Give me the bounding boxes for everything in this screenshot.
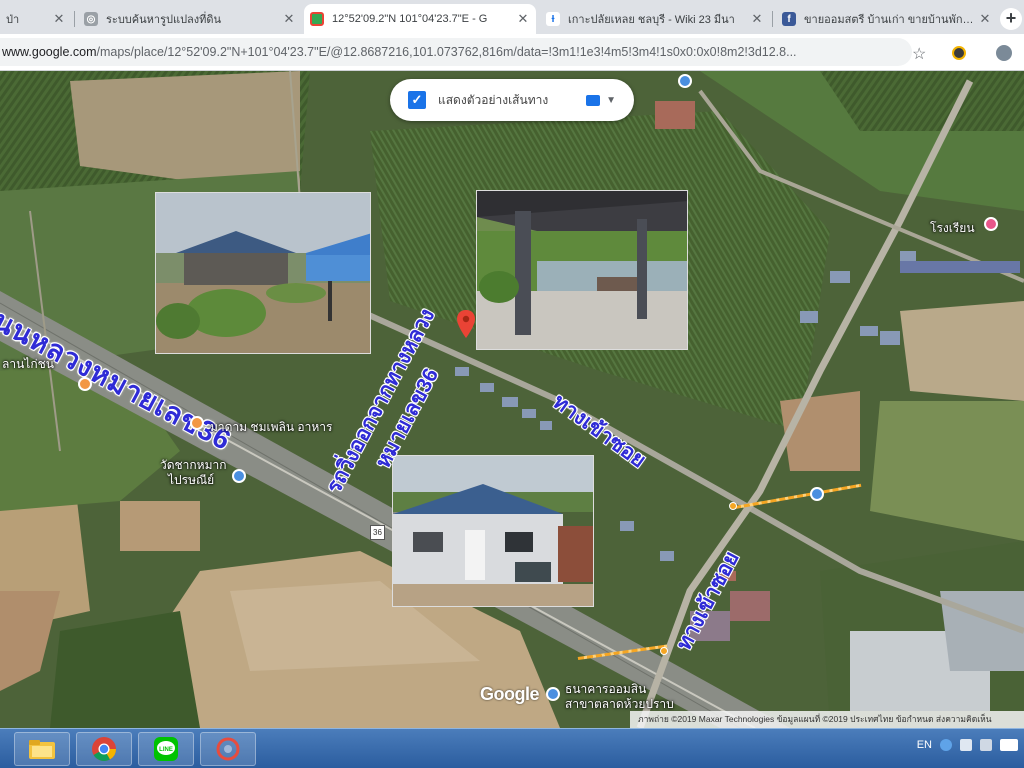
url-text: www.google.com/maps/place/12°52'09.2"N+1… [0,45,797,59]
close-tab-icon[interactable]: ✕ [282,11,296,27]
chevron-down-icon[interactable]: ▼ [606,95,616,106]
close-tab-icon[interactable]: ✕ [750,11,764,27]
photo-porch[interactable] [476,190,688,350]
language-indicator[interactable]: EN [917,739,932,751]
place-pin-icon[interactable] [232,469,246,483]
browser-tab[interactable]: Ɨ เกาะปลัยเหลย ชลบุรี - Wiki 23 มีนา ✕ [540,4,770,34]
file-explorer-button[interactable] [14,732,70,766]
line-app-icon: LINE [154,737,178,761]
satellite-map[interactable]: ✓ แสดงตัวอย่างเส้นทาง ▼ ถนนหลวงหมายเลข36… [0,71,1024,728]
bank-pin-icon[interactable] [546,687,560,701]
network-icon[interactable] [960,739,972,751]
volume-icon[interactable] [980,739,992,751]
browser-tab-active[interactable]: 12°52'09.2"N 101°04'23.7"E - G ✕ [304,4,536,34]
browser-tab-strip: ป่า ✕ ◎ ระบบค้นหารูปแปลงที่ดิน ✕ 12°52'0… [0,0,1024,34]
place-label[interactable]: ไปรษณีย์ [168,471,214,490]
bookmark-star-icon[interactable]: ☆ [912,44,926,64]
app-icon [216,737,240,761]
restaurant-pin-icon[interactable] [190,416,204,430]
route-preview-chip[interactable]: ✓ แสดงตัวอย่างเส้นทาง ▼ [390,79,634,121]
globe-icon: ◎ [84,12,98,26]
measure-point [729,502,737,510]
google-maps-icon [310,12,324,26]
tab-title: เกาะปลัยเหลย ชลบุรี - Wiki 23 มีนา [568,14,735,26]
checkbox-checked-icon[interactable]: ✓ [408,91,426,109]
address-bar-row: www.google.com/maps/place/12°52'09.2"N+1… [0,34,1024,71]
photo-house-yard[interactable] [392,455,594,607]
tab-separator [772,11,773,27]
chrome-icon [92,737,116,762]
url-bar[interactable]: www.google.com/maps/place/12°52'09.2"N+1… [0,38,912,66]
chrome-button[interactable] [76,732,132,766]
location-pin-icon[interactable] [457,310,475,338]
help-icon[interactable] [940,739,952,751]
house-photo-image [156,193,370,353]
browser-tab[interactable]: ◎ ระบบค้นหารูปแปลงที่ดิน ✕ [78,4,302,34]
route-preview-label: แสดงตัวอย่างเส้นทาง [438,92,549,107]
tab-title: ป่า [6,14,20,26]
tab-title: ขายออมสตรี บ้านเก่า ขายบ้านพักคอ... [804,14,978,26]
highway-shield: 36 [370,525,385,540]
new-tab-button[interactable]: + [1000,8,1022,30]
facebook-icon: f [782,12,796,26]
porch-photo-image [477,191,687,349]
url-host: www.google.com [2,45,97,59]
place-pin-icon[interactable] [78,377,92,391]
extension-icon[interactable] [952,46,966,60]
folder-icon [29,740,55,759]
measure-point [660,647,668,655]
place-pin-icon[interactable] [678,74,692,88]
map-copyright: ภาพถ่าย ©2019 Maxar Technologies ข้อมูลแ… [630,711,1024,728]
browser-tab[interactable]: f ขายออมสตรี บ้านเก่า ขายบ้านพักคอ... ✕ [776,4,998,34]
tab-title: 12°52'09.2"N 101°04'23.7"E - G [332,13,488,25]
windows-taskbar: LINE EN [0,728,1024,768]
place-label[interactable]: โรงเรียน [930,219,975,238]
close-tab-icon[interactable]: ✕ [52,11,66,27]
place-label[interactable]: ลานไก่ชน [2,355,54,374]
clock[interactable] [1000,739,1018,751]
photo-house-front[interactable] [155,192,371,354]
house-yard-photo-image [393,456,593,606]
line-app-button[interactable]: LINE [138,732,194,766]
place-label[interactable]: มาดาม ชมเพลิน อาหาร [210,418,332,437]
camera-icon[interactable] [586,94,601,106]
app-button[interactable] [200,732,256,766]
place-pin-icon[interactable] [810,487,824,501]
browser-tab[interactable]: ป่า ✕ [0,4,72,34]
google-logo: Google [480,684,540,704]
tab-title: ระบบค้นหารูปแปลงที่ดิน [106,14,222,26]
school-pin-icon[interactable] [984,217,998,231]
wikipedia-icon: Ɨ [546,12,560,26]
tab-separator [74,11,75,27]
close-tab-icon[interactable]: ✕ [978,11,992,27]
svg-text:LINE: LINE [159,747,173,753]
system-tray: EN [917,739,1018,751]
close-tab-icon[interactable]: ✕ [516,11,530,27]
profile-avatar[interactable] [996,45,1012,61]
url-path: /maps/place/12°52'09.2"N+101°04'23.7"E/@… [96,45,797,59]
